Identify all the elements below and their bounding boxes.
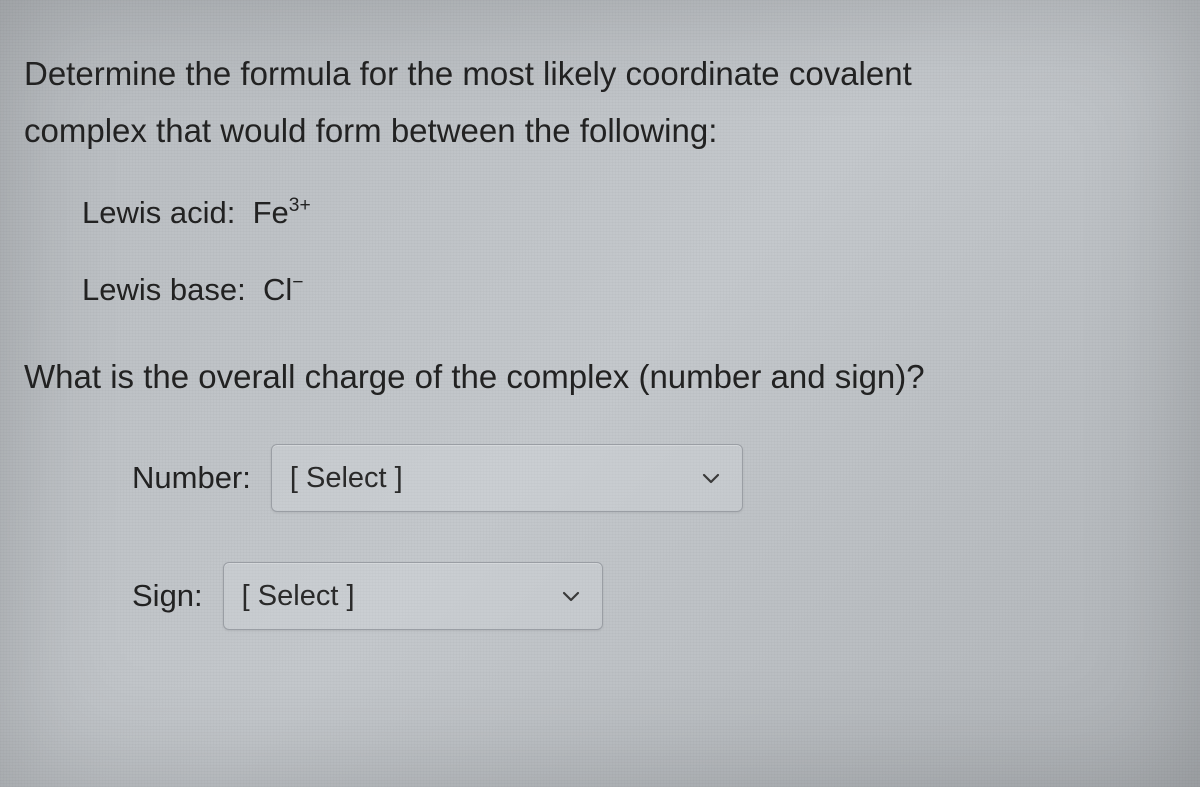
question-line-1: Determine the formula for the most likel… xyxy=(24,48,1176,99)
lewis-base-label: Lewis base: xyxy=(82,272,246,307)
lewis-acid-line: Lewis acid: Fe3+ xyxy=(82,190,1176,237)
sign-label: Sign: xyxy=(132,578,203,614)
number-label: Number: xyxy=(132,460,251,496)
charge-question: What is the overall charge of the comple… xyxy=(24,351,1176,402)
number-select-value: [ Select ] xyxy=(290,462,403,495)
sign-row: Sign: [ Select ] xyxy=(132,562,1176,630)
given-block: Lewis acid: Fe3+ Lewis base: Cl− xyxy=(82,190,1176,313)
lewis-base-line: Lewis base: Cl− xyxy=(82,267,1176,314)
lewis-base-charge: − xyxy=(292,272,303,293)
sign-select[interactable]: [ Select ] xyxy=(223,562,603,630)
sign-select-value: [ Select ] xyxy=(242,580,355,613)
question-line-2: complex that would form between the foll… xyxy=(24,105,1176,156)
answers-block: Number: [ Select ] Sign: [ Select ] xyxy=(132,444,1176,630)
lewis-base-symbol: Cl xyxy=(263,272,292,307)
lewis-acid-symbol: Fe xyxy=(253,195,289,230)
chevron-down-icon xyxy=(562,587,580,605)
lewis-acid-label: Lewis acid: xyxy=(82,195,235,230)
chevron-down-icon xyxy=(702,469,720,487)
number-select[interactable]: [ Select ] xyxy=(271,444,743,512)
lewis-acid-charge: 3+ xyxy=(289,195,311,216)
number-row: Number: [ Select ] xyxy=(132,444,1176,512)
